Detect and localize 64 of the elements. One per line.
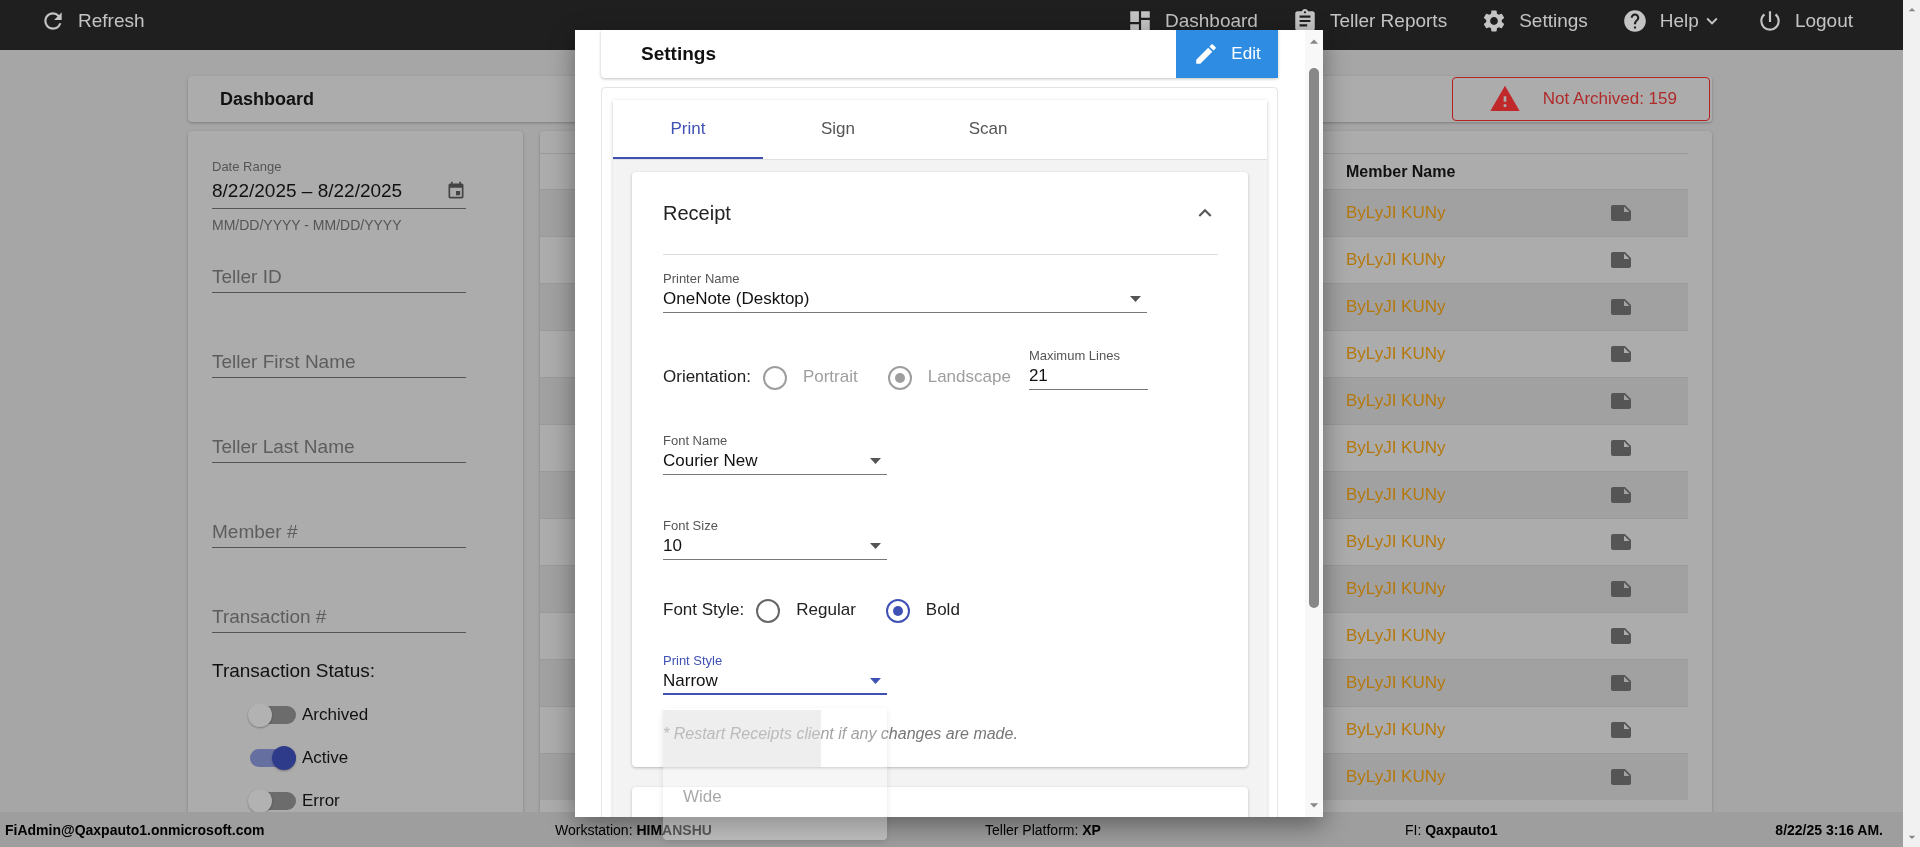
table-cell-text: ByLyJI KUNy (1346, 391, 1447, 411)
table-cell-text: ByLyJI KUNy (1346, 626, 1447, 646)
text-field[interactable]: Teller First Name (212, 346, 466, 378)
table-cell-text: ByLyJI KUNy (1346, 579, 1447, 599)
caret-icon (870, 458, 881, 464)
tab[interactable]: Scan (913, 100, 1063, 159)
table-cell-text: ByLyJI KUNy (1346, 297, 1447, 317)
font-select[interactable]: Font Name Courier New (663, 433, 887, 475)
toggle-label: Error (302, 791, 340, 811)
dialog-scrollbar[interactable] (1305, 30, 1323, 817)
table-cell-text: ByLyJI KUNy (1346, 203, 1447, 223)
max-lines-field[interactable]: Maximum Lines 21 (1028, 348, 1148, 390)
page-title: Dashboard (220, 88, 315, 110)
table-cell-text: ByLyJI KUNy (1346, 344, 1447, 364)
table-cell-text: ByLyJI KUNy (1346, 767, 1447, 787)
caret-icon (870, 677, 881, 684)
helper-text: MM/DD/YYYY - MM/DD/YYYY (212, 217, 403, 233)
status-text: FI: Qaxpauto1 (1405, 821, 1499, 838)
status-text: FiAdmin@Qaxpauto1.onmicrosoft.com (5, 821, 266, 838)
text-field[interactable]: Transaction # (212, 601, 466, 633)
style-select[interactable]: Print Style Narrow (663, 653, 887, 695)
toggle-label: Active (302, 748, 349, 768)
status-text: Teller Platform: XP (985, 821, 1102, 838)
tab[interactable]: Sign (763, 100, 913, 159)
radio-label: Regular (796, 600, 856, 620)
radio-button[interactable] (756, 599, 781, 623)
dialog-title: Settings (641, 43, 716, 65)
toggle-switch[interactable] (250, 792, 296, 810)
text-field[interactable]: Teller ID (212, 261, 466, 293)
status-text: 8/22/25 3:16 AM. (1775, 821, 1883, 838)
table-cell-text: ByLyJI KUNy (1346, 720, 1447, 740)
text-field[interactable]: Member # (212, 516, 466, 548)
toggle-switch[interactable] (250, 706, 296, 724)
section-title[interactable]: Receipt (663, 201, 731, 225)
column-header: Member Name (1346, 162, 1457, 181)
nav-link[interactable]: Help (1621, 8, 1723, 34)
table-cell-text: ByLyJI KUNy (1346, 673, 1447, 693)
radio-label: Landscape (927, 367, 1011, 387)
date-range-field[interactable]: Date Range 8/22/2025 – 8/22/2025 (212, 155, 466, 209)
nav-link[interactable]: Teller Reports (1291, 8, 1448, 34)
caret-icon (870, 543, 881, 549)
toggle-switch[interactable] (250, 749, 296, 767)
radio-label: Portrait (802, 367, 858, 387)
field-label: Font Style: (663, 600, 745, 620)
size-select[interactable]: Font Size 10 (663, 518, 887, 560)
nav-link[interactable]: Settings (1481, 8, 1588, 34)
calendar-icon[interactable] (446, 181, 466, 201)
nav-link[interactable]: Logout (1756, 8, 1853, 34)
radio-button[interactable] (885, 599, 910, 623)
text-field[interactable]: Teller Last Name (212, 431, 466, 463)
field-label: Orientation: (663, 367, 751, 387)
table-cell-text: ByLyJI KUNy (1346, 485, 1447, 505)
refresh-button[interactable]: Refresh (40, 8, 145, 34)
caret-icon (1130, 296, 1141, 302)
table-cell-text: ByLyJI KUNy (1346, 250, 1447, 270)
table-cell-text: ByLyJI KUNy (1346, 532, 1447, 552)
radio-label: Bold (925, 600, 960, 620)
alert-text: Not Archived: 159 (1542, 89, 1677, 109)
printer-select[interactable]: Printer Name OneNote (Desktop) (663, 271, 1147, 313)
table-cell-text: ByLyJI KUNy (1346, 438, 1447, 458)
section-label: Transaction Status: (212, 660, 376, 682)
help-icon (1621, 8, 1648, 34)
scrollbar[interactable] (1903, 0, 1920, 847)
toggle-label: Archived (302, 705, 369, 725)
